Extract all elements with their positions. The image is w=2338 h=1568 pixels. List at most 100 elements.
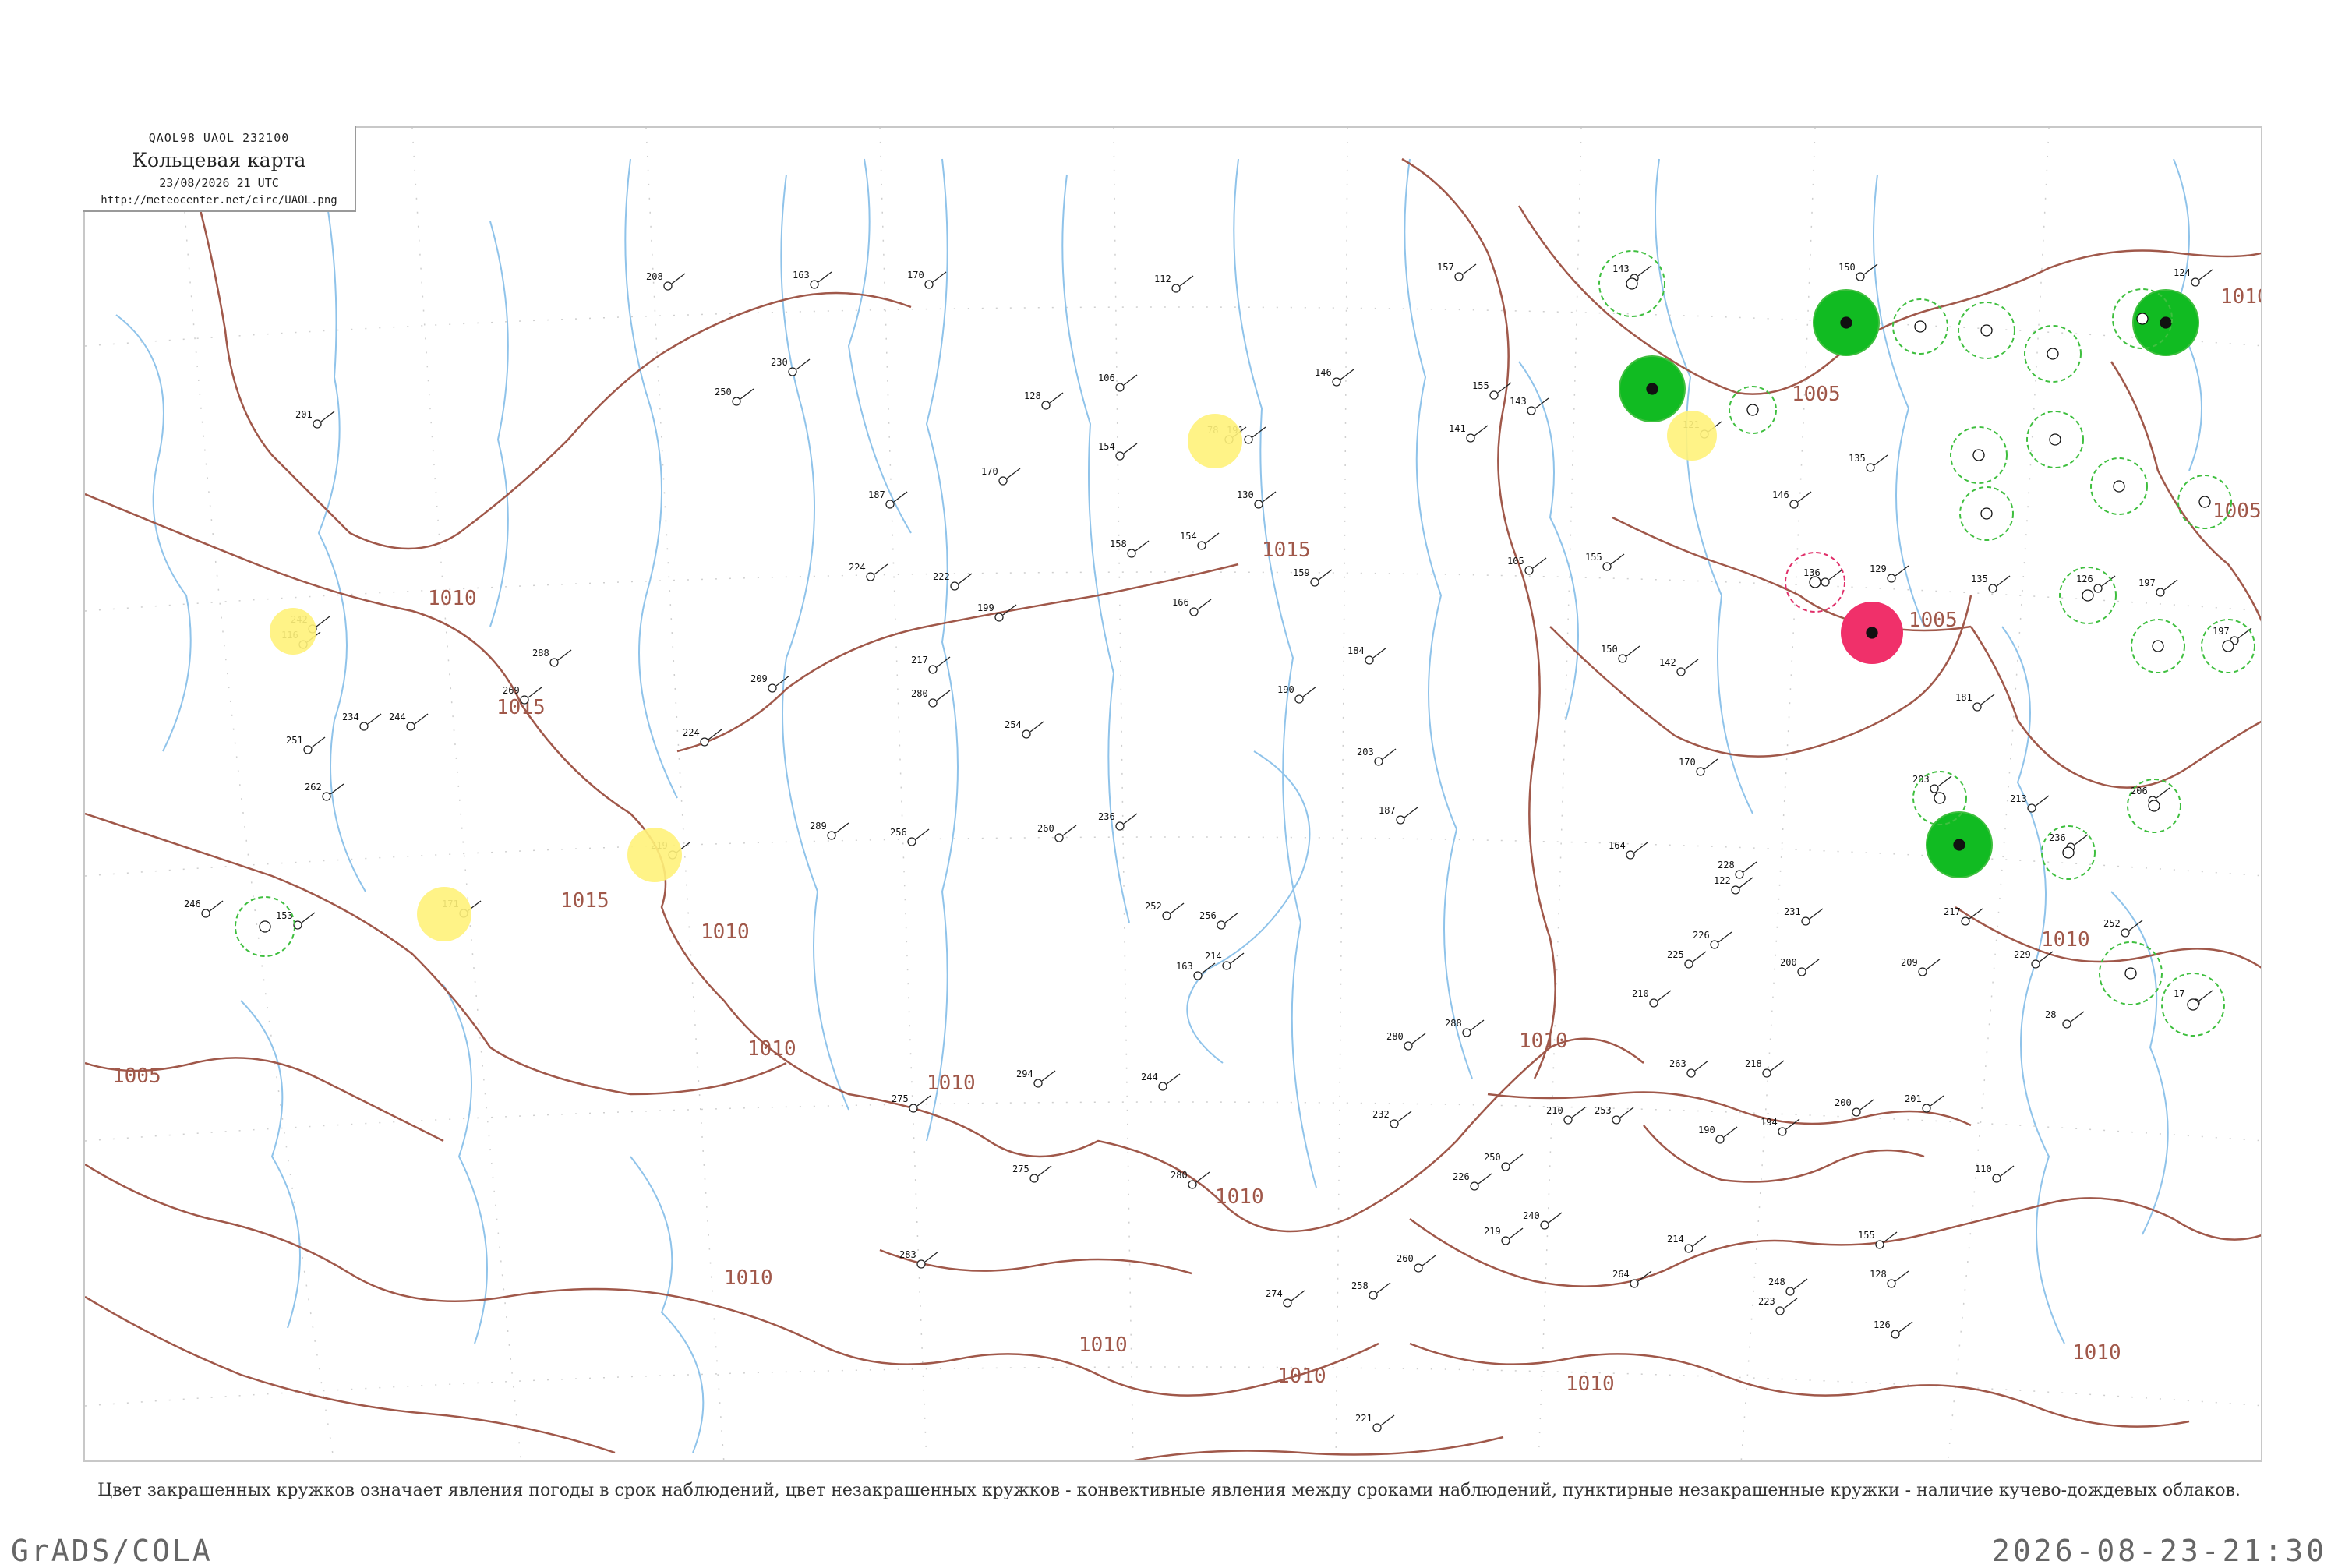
station-circle[interactable] xyxy=(2156,588,2165,597)
station-circle[interactable] xyxy=(1866,463,1875,472)
station-circle[interactable] xyxy=(1646,383,1658,395)
station-circle[interactable] xyxy=(1696,767,1705,776)
station-circle[interactable] xyxy=(1684,959,1693,969)
station-circle[interactable] xyxy=(303,745,313,754)
station-circle[interactable] xyxy=(1466,433,1475,443)
station-circle[interactable] xyxy=(1918,967,1927,976)
station-circle[interactable] xyxy=(1778,1127,1787,1136)
station-circle[interactable] xyxy=(928,698,938,708)
station-circle[interactable] xyxy=(1396,815,1405,825)
station-circle[interactable] xyxy=(1254,500,1263,509)
station-circle[interactable] xyxy=(732,397,741,406)
station-circle[interactable] xyxy=(1797,967,1806,976)
station-circle[interactable] xyxy=(1953,839,1965,851)
station-circle[interactable] xyxy=(1390,1119,1399,1128)
station-circle[interactable] xyxy=(1626,277,1638,290)
station-circle[interactable] xyxy=(1961,916,1970,926)
station-circle[interactable] xyxy=(1930,784,1939,793)
station-circle[interactable] xyxy=(1676,667,1686,676)
station-circle[interactable] xyxy=(520,695,529,705)
station-circle[interactable] xyxy=(1162,911,1171,920)
station-circle[interactable] xyxy=(1789,500,1799,509)
station-circle[interactable] xyxy=(1630,1279,1639,1288)
station-circle[interactable] xyxy=(2160,316,2172,329)
station-circle[interactable] xyxy=(1891,1330,1900,1339)
station-circle[interactable] xyxy=(2082,589,2094,602)
station-circle[interactable] xyxy=(1470,1181,1479,1191)
station-circle[interactable] xyxy=(885,500,895,509)
source-url[interactable]: http://meteocenter.net/circ/UAOL.png xyxy=(83,194,355,207)
station-circle[interactable] xyxy=(2222,640,2234,652)
station-circle[interactable] xyxy=(2047,348,2059,360)
station-circle[interactable] xyxy=(866,572,875,581)
station-circle[interactable] xyxy=(1710,940,1719,949)
station-circle[interactable] xyxy=(909,1104,918,1113)
station-circle[interactable] xyxy=(2191,277,2200,287)
station-circle[interactable] xyxy=(1856,272,1865,281)
station-circle[interactable] xyxy=(1809,576,1821,588)
station-circle[interactable] xyxy=(1222,961,1231,970)
station-circle[interactable] xyxy=(2124,967,2137,980)
station-circle[interactable] xyxy=(1041,401,1051,410)
station-circle[interactable] xyxy=(1372,1423,1382,1432)
station-circle[interactable] xyxy=(1115,383,1125,392)
station-circle[interactable] xyxy=(1934,792,1946,804)
station-circle[interactable] xyxy=(1762,1068,1771,1078)
station-circle[interactable] xyxy=(2187,998,2199,1011)
station-circle[interactable] xyxy=(1821,577,1830,587)
station-circle[interactable] xyxy=(2049,433,2061,446)
station-circle[interactable] xyxy=(1188,1180,1197,1189)
station-circle[interactable] xyxy=(2136,313,2149,325)
station-circle[interactable] xyxy=(1033,1079,1043,1088)
station-circle[interactable] xyxy=(406,722,415,731)
station-circle[interactable] xyxy=(1501,1236,1510,1245)
station-circle[interactable] xyxy=(1887,1279,1896,1288)
station-circle[interactable] xyxy=(1746,404,1759,416)
station-circle[interactable] xyxy=(928,665,938,674)
station-circle[interactable] xyxy=(2121,928,2130,938)
station-circle[interactable] xyxy=(1294,694,1304,704)
station-circle[interactable] xyxy=(201,909,210,918)
station-circle[interactable] xyxy=(1404,1041,1413,1051)
station-circle[interactable] xyxy=(1524,566,1534,575)
station-circle[interactable] xyxy=(1922,1104,1931,1113)
station-circle[interactable] xyxy=(2093,584,2103,593)
station-circle[interactable] xyxy=(1914,320,1927,333)
station-circle[interactable] xyxy=(549,658,559,667)
station-circle[interactable] xyxy=(1775,1306,1785,1315)
station-circle[interactable] xyxy=(2152,640,2164,652)
station-circle[interactable] xyxy=(2031,959,2040,969)
station-circle[interactable] xyxy=(1980,324,1993,337)
station-circle[interactable] xyxy=(259,920,271,933)
station-circle[interactable] xyxy=(1369,1291,1378,1300)
station-circle[interactable] xyxy=(1454,272,1464,281)
station-circle[interactable] xyxy=(810,280,819,289)
station-circle[interactable] xyxy=(1244,435,1253,444)
station-circle[interactable] xyxy=(1612,1115,1621,1125)
station-circle[interactable] xyxy=(1158,1082,1167,1091)
station-circle[interactable] xyxy=(1501,1162,1510,1171)
station-circle[interactable] xyxy=(924,280,934,289)
station-circle[interactable] xyxy=(788,367,797,376)
station-circle[interactable] xyxy=(950,581,959,591)
station-circle[interactable] xyxy=(1992,1174,2001,1183)
station-circle[interactable] xyxy=(2062,846,2075,859)
station-circle[interactable] xyxy=(1217,920,1226,930)
station-circle[interactable] xyxy=(1115,451,1125,461)
station-circle[interactable] xyxy=(1887,574,1896,583)
station-circle[interactable] xyxy=(1563,1115,1573,1125)
station-circle[interactable] xyxy=(2198,496,2211,508)
station-circle[interactable] xyxy=(1649,998,1658,1008)
station-circle[interactable] xyxy=(1866,627,1878,639)
station-circle[interactable] xyxy=(994,613,1004,622)
station-circle[interactable] xyxy=(1715,1135,1725,1144)
station-circle[interactable] xyxy=(1022,729,1031,739)
station-circle[interactable] xyxy=(1686,1068,1696,1078)
station-circle[interactable] xyxy=(1115,821,1125,831)
station-circle[interactable] xyxy=(1540,1220,1549,1230)
station-circle[interactable] xyxy=(1127,549,1136,558)
station-circle[interactable] xyxy=(1602,562,1612,571)
station-circle[interactable] xyxy=(1684,1244,1693,1253)
station-circle[interactable] xyxy=(313,419,322,429)
station-circle[interactable] xyxy=(1852,1107,1861,1117)
